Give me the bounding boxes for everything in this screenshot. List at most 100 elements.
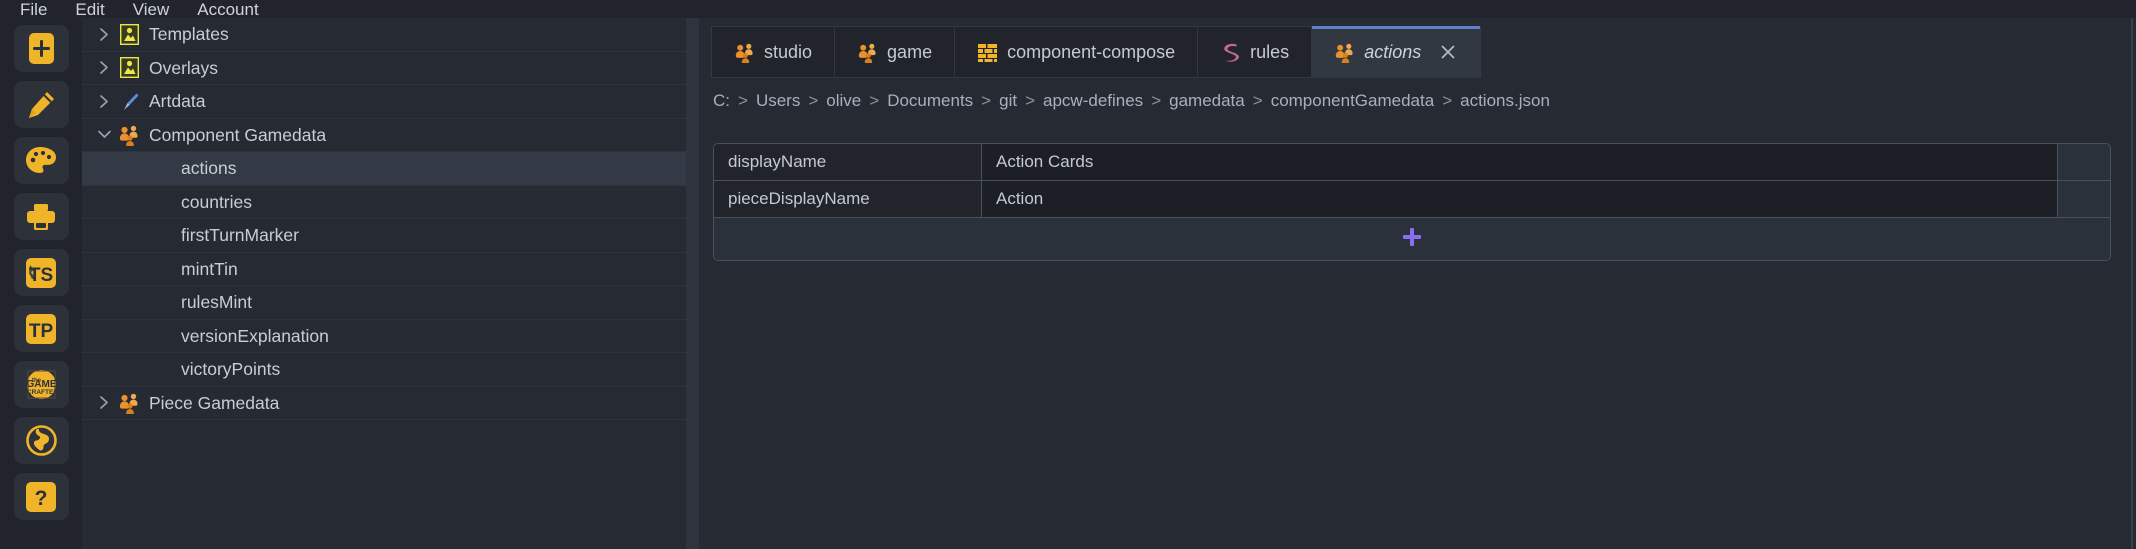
property-key: displayName — [714, 144, 982, 180]
menu-item-edit[interactable]: Edit — [61, 1, 118, 18]
add-property-button[interactable] — [1397, 224, 1427, 254]
sass-s-icon — [1220, 42, 1241, 63]
globe-icon — [25, 425, 57, 456]
breadcrumb-separator: > — [1252, 91, 1263, 110]
brick-wall-icon — [977, 42, 998, 63]
tp-badge-icon: TP — [26, 313, 56, 344]
tree-item-piece-gamedata[interactable]: Piece Gamedata — [82, 387, 686, 420]
tp-button[interactable]: TP — [13, 305, 69, 352]
paintbrush-icon — [118, 90, 140, 112]
tab-label: game — [887, 42, 933, 62]
ts-badge-icon: TS — [26, 257, 56, 288]
tree-item-label: Overlays — [149, 57, 219, 78]
tree-item-victory-points[interactable]: victoryPoints — [82, 353, 686, 387]
breadcrumb-part[interactable]: olive — [826, 91, 861, 111]
breadcrumb-separator: > — [869, 91, 880, 110]
breadcrumb-part[interactable]: Users — [756, 91, 800, 111]
tree-item-label: actions — [181, 158, 237, 179]
tree-item-overlays[interactable]: Overlays — [82, 52, 686, 85]
property-value[interactable]: Action — [982, 181, 2058, 217]
edit-pencil-button[interactable] — [13, 81, 69, 128]
pencil-icon — [25, 89, 57, 121]
tree-item-label: Artdata — [149, 91, 206, 112]
tree-item-artdata[interactable]: Artdata — [82, 85, 686, 119]
template-image-icon — [118, 57, 140, 79]
tree-item-label: countries — [181, 191, 253, 212]
breadcrumb-part[interactable]: componentGamedata — [1271, 91, 1435, 111]
breadcrumb-part[interactable]: actions.json — [1460, 91, 1550, 111]
tree-item-component-gamedata[interactable]: Component Gamedata — [82, 119, 686, 152]
meeples-icon — [734, 42, 755, 63]
chevron-right-icon[interactable] — [94, 91, 114, 111]
breadcrumb-separator: > — [1151, 91, 1162, 110]
chevron-right-icon[interactable] — [94, 24, 114, 44]
breadcrumb-part[interactable]: gamedata — [1169, 91, 1245, 111]
menu-item-file[interactable]: File — [6, 1, 61, 18]
property-table: displayName Action Cards pieceDisplayNam… — [713, 143, 2111, 261]
tree-item-label: Component Gamedata — [149, 124, 327, 145]
breadcrumb-separator: > — [738, 91, 748, 110]
panel-splitter[interactable] — [686, 18, 699, 549]
tab-component-compose[interactable]: component-compose — [955, 27, 1199, 77]
print-button[interactable] — [13, 193, 69, 240]
menu-item-view[interactable]: View — [119, 1, 184, 18]
ts-button[interactable]: TS — [13, 249, 69, 296]
card-plus-icon — [28, 32, 55, 65]
editor-tab-strip: studio game component-compose rules acti… — [711, 26, 1482, 78]
help-button[interactable]: ? — [13, 473, 69, 520]
game-crafter-logo-icon: the GAME CRAFTER — [26, 369, 57, 400]
tree-item-countries[interactable]: countries — [82, 186, 686, 219]
plus-icon — [1401, 226, 1423, 253]
svg-text:?: ? — [35, 487, 48, 510]
table-row: displayName Action Cards — [714, 144, 2110, 181]
breadcrumb-separator: > — [1025, 91, 1036, 110]
row-action-cell[interactable] — [2058, 144, 2110, 180]
tree-item-label: Templates — [149, 24, 229, 45]
table-row: pieceDisplayName Action — [714, 181, 2110, 218]
file-tree-panel: Templates Overlays Artdata Component Gam… — [82, 18, 686, 549]
tree-item-version-explanation[interactable]: versionExplanation — [82, 320, 686, 353]
row-action-cell[interactable] — [2058, 181, 2110, 217]
chevron-right-icon[interactable] — [94, 58, 114, 78]
left-icon-rail: TS TP the GAME CRAFTER ? — [0, 18, 82, 549]
tab-game[interactable]: game — [835, 27, 956, 77]
breadcrumb-part[interactable]: C: — [713, 91, 730, 111]
tab-studio[interactable]: studio — [712, 27, 836, 77]
new-card-button[interactable] — [13, 25, 69, 72]
meeples-icon — [118, 392, 140, 414]
game-crafter-button[interactable]: the GAME CRAFTER — [13, 361, 69, 408]
close-icon[interactable] — [1438, 42, 1458, 62]
tab-rules[interactable]: rules — [1198, 27, 1313, 77]
meeples-icon — [118, 124, 140, 146]
tree-item-templates[interactable]: Templates — [82, 18, 686, 52]
breadcrumb-part[interactable]: git — [999, 91, 1017, 111]
meeples-icon — [857, 42, 878, 63]
menu-item-account[interactable]: Account — [183, 1, 272, 18]
tree-item-label: versionExplanation — [181, 325, 329, 346]
breadcrumb-separator: > — [1442, 91, 1453, 110]
tab-label: rules — [1250, 42, 1290, 62]
tree-item-label: victoryPoints — [181, 359, 281, 380]
svg-text:CRAFTER: CRAFTER — [26, 389, 56, 396]
globe-button[interactable] — [13, 417, 69, 464]
tab-actions[interactable]: actions — [1312, 26, 1481, 77]
tree-item-first-turn-marker[interactable]: firstTurnMarker — [82, 219, 686, 253]
tree-item-label: rulesMint — [181, 292, 252, 313]
chevron-right-icon[interactable] — [94, 393, 114, 413]
table-add-row[interactable] — [714, 218, 2110, 260]
tree-item-mint-tin[interactable]: mintTin — [82, 253, 686, 286]
property-value[interactable]: Action Cards — [982, 144, 2058, 180]
property-key: pieceDisplayName — [714, 181, 982, 217]
tab-label: studio — [764, 42, 813, 62]
tree-item-actions[interactable]: actions — [82, 152, 686, 186]
tab-label: component-compose — [1007, 42, 1176, 62]
palette-button[interactable] — [13, 137, 69, 184]
meeples-icon — [1334, 42, 1355, 63]
palette-icon — [25, 146, 57, 176]
breadcrumb: C: > Users > olive > Documents > git > a… — [713, 88, 1550, 114]
tree-item-rules-mint[interactable]: rulesMint — [82, 286, 686, 320]
chevron-down-icon[interactable] — [94, 125, 114, 145]
breadcrumb-part[interactable]: apcw-defines — [1043, 91, 1143, 111]
breadcrumb-part[interactable]: Documents — [887, 91, 973, 111]
tree-item-label: firstTurnMarker — [181, 225, 299, 246]
